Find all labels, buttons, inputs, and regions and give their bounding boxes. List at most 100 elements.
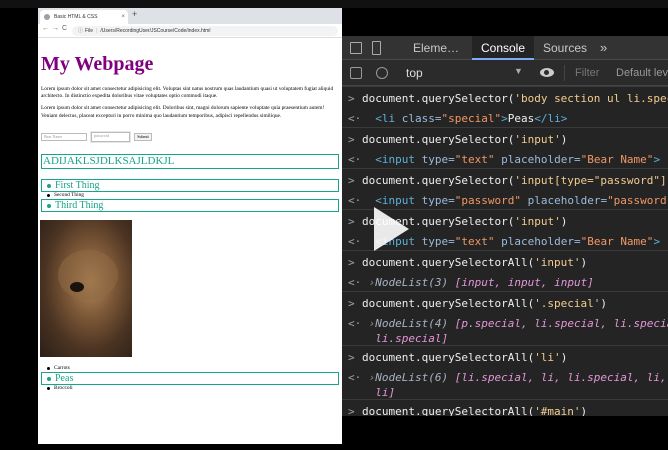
play-icon[interactable] bbox=[374, 207, 409, 251]
prompt-chevron-icon: > bbox=[348, 92, 355, 105]
console-command: document.querySelectorAll('input') bbox=[362, 256, 587, 269]
console-line: li] bbox=[342, 386, 668, 399]
element-attr: type= bbox=[421, 235, 455, 248]
prompt-chevron-icon: > bbox=[348, 174, 355, 187]
log-levels-dropdown[interactable]: Default lev bbox=[616, 65, 668, 81]
element-attr-value: "Bear Name" bbox=[580, 235, 654, 248]
element-attr-value: "text" bbox=[454, 235, 495, 248]
element-open-end: > bbox=[653, 153, 661, 166]
prompt-chevron-icon: > bbox=[348, 215, 355, 228]
forward-icon[interactable]: → bbox=[52, 25, 59, 32]
command-paren: ) bbox=[600, 297, 608, 310]
console-line: > document.querySelectorAll('input') bbox=[342, 250, 668, 273]
command-argument: 'input' bbox=[534, 256, 581, 269]
more-tabs-icon[interactable]: » bbox=[600, 36, 607, 60]
console-line: > document.querySelectorAll('li') bbox=[342, 345, 668, 368]
nodelist-label: NodeList(6) bbox=[375, 371, 455, 384]
command-argument: '.special' bbox=[534, 297, 601, 310]
clear-console-icon[interactable] bbox=[376, 67, 388, 79]
paragraph-2: Lorem ipsum dolor sit amet consectetur a… bbox=[41, 105, 325, 119]
browser-window: Basic HTML & CSS × + ← → C ⓘ File |/Users/… bbox=[38, 8, 342, 444]
element-open[interactable]: <input bbox=[362, 153, 422, 166]
tab-title: Basic HTML & CSS bbox=[54, 14, 98, 20]
context-selector[interactable]: top bbox=[406, 66, 423, 80]
command-argument: '#main' bbox=[534, 405, 581, 416]
filter-input[interactable]: Filter bbox=[564, 65, 616, 81]
element-attr-value: "password" bbox=[454, 194, 521, 207]
tab-elements[interactable]: Eleme… bbox=[402, 36, 470, 60]
console-line: > document.querySelectorAll('.special') bbox=[342, 291, 668, 314]
browser-tab[interactable]: Basic HTML & CSS × bbox=[40, 10, 128, 24]
element-attr-value: "text" bbox=[454, 153, 495, 166]
tab-bar: Basic HTML & CSS × + bbox=[38, 8, 342, 24]
expand-chevron-icon[interactable]: › bbox=[362, 317, 376, 330]
console-line: > document.querySelectorAll('#main') bbox=[342, 399, 668, 416]
nodelist-items: [p.special, li.special, li.special, bbox=[454, 317, 668, 330]
expand-chevron-icon[interactable]: › bbox=[362, 371, 376, 384]
element-open[interactable]: <input bbox=[362, 194, 422, 207]
nodelist-items-continued: li.special] bbox=[362, 332, 449, 345]
list-vegetables: Carrots Peas Broccoli bbox=[41, 365, 342, 392]
tab-close-icon[interactable]: × bbox=[121, 10, 125, 24]
command-call: document.querySelectorAll( bbox=[362, 351, 535, 364]
command-argument: 'li' bbox=[534, 351, 561, 364]
result-arrow-icon: <· bbox=[348, 194, 362, 207]
prompt-chevron-icon: > bbox=[348, 405, 355, 416]
list-item-broccoli: Broccoli bbox=[41, 385, 342, 392]
back-icon[interactable]: ← bbox=[42, 25, 49, 32]
new-tab-button[interactable]: + bbox=[132, 9, 137, 19]
command-call: document.querySelector( bbox=[362, 92, 515, 105]
webpage-content: My Webpage Lorem ipsum dolor sit amet co… bbox=[38, 38, 342, 444]
command-paren: ) bbox=[580, 405, 588, 416]
url-scheme: File bbox=[85, 28, 94, 34]
list-item-second-thing: Second Thing bbox=[41, 192, 342, 199]
bear-name-input[interactable]: Bear Name bbox=[41, 132, 87, 141]
nodelist-label: NodeList(4) bbox=[375, 317, 455, 330]
url-path: /Users/RecordingUser/JSCourse/Code/index… bbox=[100, 28, 211, 34]
password-input[interactable]: password bbox=[90, 130, 131, 143]
console-line: > document.querySelector('input[type="pas… bbox=[342, 168, 668, 191]
expand-chevron-icon[interactable]: › bbox=[362, 276, 376, 289]
tab-sources[interactable]: Sources bbox=[536, 36, 594, 60]
console-toolbar: top ▼ Filter Default lev bbox=[342, 60, 668, 86]
command-paren: ) bbox=[560, 215, 568, 228]
nodelist-items: [li.special, li, li.special, li, li.s bbox=[454, 371, 667, 384]
info-icon: ⓘ bbox=[78, 28, 84, 34]
result-arrow-icon: <· bbox=[348, 276, 362, 289]
result-arrow-icon: <· bbox=[348, 153, 362, 166]
reload-icon[interactable]: C bbox=[62, 25, 67, 32]
live-expression-eye-icon[interactable] bbox=[540, 68, 554, 77]
element-attr-value: "password" bbox=[607, 194, 668, 207]
command-argument: 'input' bbox=[514, 133, 561, 146]
paragraph-1: Lorem ipsum dolor sit amet consectetur a… bbox=[41, 86, 334, 100]
chevron-down-icon[interactable]: ▼ bbox=[514, 66, 523, 76]
page-heading: My Webpage bbox=[41, 53, 154, 75]
command-paren: ) bbox=[560, 133, 568, 146]
command-call: document.querySelector( bbox=[362, 174, 515, 187]
console-command: document.querySelectorAll('#main') bbox=[362, 405, 587, 416]
sidebar-toggle-icon[interactable] bbox=[350, 67, 362, 79]
element-open[interactable]: <li bbox=[362, 112, 402, 125]
element-attr: class= bbox=[401, 112, 442, 125]
device-toolbar-icon[interactable] bbox=[372, 41, 381, 55]
bear-head-shape bbox=[58, 249, 118, 300]
command-paren: ) bbox=[560, 351, 568, 364]
console-line: > document.querySelector('input') bbox=[342, 127, 668, 150]
command-call: document.querySelectorAll( bbox=[362, 256, 535, 269]
devtools-tabbar: Eleme… Console Sources » bbox=[342, 36, 668, 60]
console-output: > document.querySelector('body section ul… bbox=[342, 86, 668, 416]
nodelist-items-continued: li] bbox=[362, 386, 396, 399]
url-field[interactable]: ⓘ File |/Users/RecordingUser/JSCourse/Code… bbox=[72, 26, 338, 36]
result-arrow-icon: <· bbox=[348, 112, 362, 125]
console-line: <· ›NodeList(3) [input, input, input] bbox=[342, 273, 668, 291]
tab-console[interactable]: Console bbox=[472, 36, 534, 60]
element-attr: placeholder= bbox=[494, 235, 581, 248]
url-separator: | bbox=[96, 28, 98, 34]
console-command: document.querySelector('body section ul … bbox=[362, 92, 668, 105]
element-open-end: > bbox=[653, 235, 661, 248]
command-argument: 'input' bbox=[514, 215, 561, 228]
console-line: <· ›NodeList(6) [li.special, li, li.spec… bbox=[342, 368, 668, 386]
inspect-element-icon[interactable] bbox=[350, 42, 362, 54]
list-item-first-thing: First Thing bbox=[41, 178, 339, 192]
submit-button[interactable]: Submit bbox=[134, 132, 152, 141]
